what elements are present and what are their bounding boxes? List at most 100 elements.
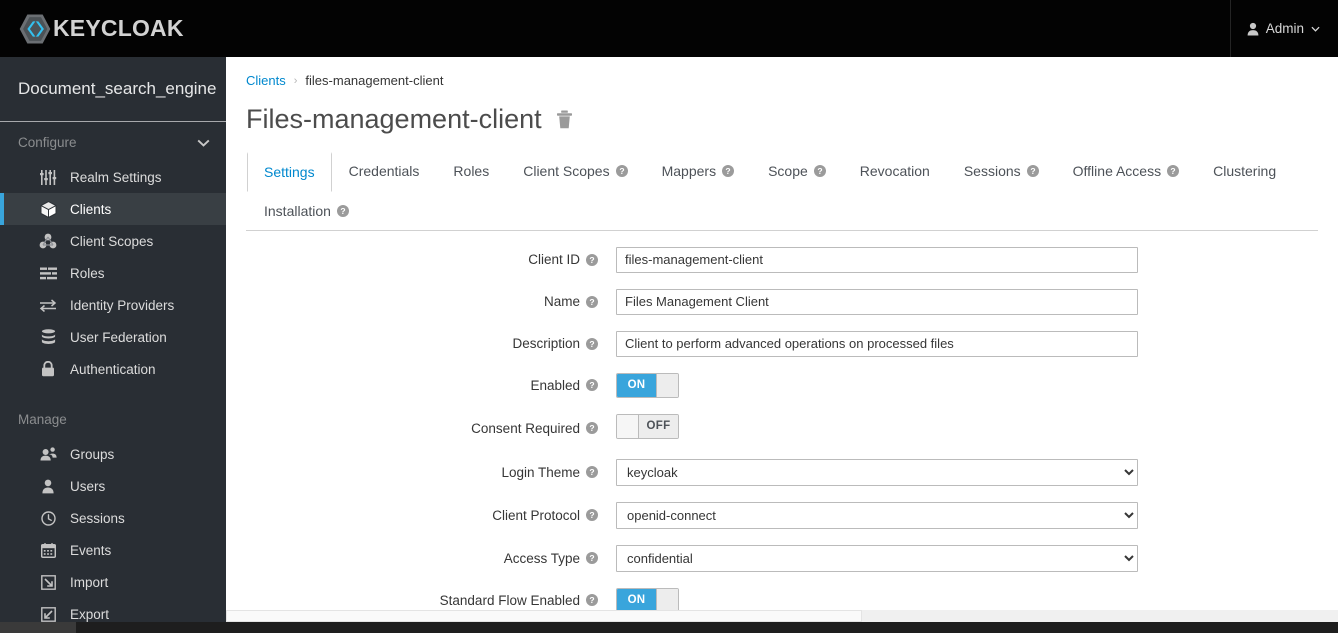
help-icon[interactable]: ? [813,165,826,178]
login-theme-select[interactable]: keycloak [616,458,1138,486]
help-icon[interactable]: ? [586,295,598,308]
toggle-knob[interactable] [617,414,639,438]
scrollbar-thumb[interactable] [226,610,862,622]
tab-offline-access[interactable]: Offline Access? [1056,152,1196,192]
help-icon[interactable]: ? [586,379,598,392]
name-input[interactable] [616,288,1138,315]
sidebar-item-authentication[interactable]: Authentication [0,353,226,385]
sidebar-item-user-federation[interactable]: User Federation [0,321,226,353]
help-icon[interactable]: ? [586,552,598,565]
help-icon[interactable]: ? [586,422,598,435]
keycloak-logo-icon [18,12,52,46]
help-icon[interactable]: ? [615,165,628,178]
sidebar-item-groups[interactable]: Groups [0,438,226,470]
tab-revocation[interactable]: Revocation [843,152,947,192]
svg-text:?: ? [589,297,594,307]
svg-text:?: ? [589,595,594,605]
sidebar-item-identity-providers[interactable]: Identity Providers [0,289,226,321]
tab-settings[interactable]: Settings [247,151,332,192]
tab-roles[interactable]: Roles [436,152,506,192]
main-content: Clients › files-management-client Files-… [226,57,1338,633]
tab-label: Offline Access [1072,163,1162,180]
list-icon [38,264,58,282]
help-icon[interactable]: ? [586,509,598,522]
client-id-input[interactable] [616,246,1138,273]
sidebar-item-events[interactable]: Events [0,534,226,566]
sidebar-groups: Configure Realm Settings Clients Client Sco… [0,122,226,630]
exchange-icon [38,296,58,314]
label-standard-flow-enabled: Standard Flow Enabled? [226,593,616,608]
admin-user-menu[interactable]: Admin [1247,21,1320,36]
sidebar-item-label: Events [70,542,112,558]
help-icon[interactable]: ? [336,204,349,217]
label-text: Name [543,294,580,310]
tab-scope[interactable]: Scope? [751,152,843,192]
tab-label: Scope [768,163,808,180]
svg-text:?: ? [1170,166,1175,176]
page-title: Files-management-client [246,104,542,134]
sidebar-item-import[interactable]: Import [0,566,226,598]
help-icon[interactable]: ? [586,253,598,266]
sidebar-item-clients[interactable]: Clients [0,193,226,225]
sidebar-item-label: Groups [70,446,115,462]
cube-icon [38,200,58,218]
toggle-state-label: ON [617,373,656,397]
label-text: Enabled [530,377,580,393]
admin-user-label: Admin [1265,21,1304,36]
sidebar-item-realm-settings[interactable]: Realm Settings [0,161,226,193]
trash-icon[interactable] [556,110,573,129]
page-header: Files-management-client [226,88,1338,135]
svg-text:?: ? [619,166,624,176]
tab-credentials[interactable]: Credentials [332,152,437,192]
sidebar-item-users[interactable]: Users [0,470,226,502]
sidebar-item-client-scopes[interactable]: Client Scopes [0,225,226,257]
enabled-toggle[interactable]: ON [616,372,679,398]
sidebar-item-label: Clients [70,201,112,217]
help-icon[interactable]: ? [586,466,598,479]
toggle-knob[interactable] [656,588,678,612]
realm-name[interactable]: Document_search_engine [0,57,226,121]
label-name: Name? [226,294,616,309]
help-icon[interactable]: ? [1167,165,1180,178]
sidebar-group-header-configure[interactable]: Configure [0,122,226,161]
form-row-name: Name? [226,288,1338,315]
sidebar-item-sessions[interactable]: Sessions [0,502,226,534]
sidebar-item-roles[interactable]: Roles [0,257,226,289]
label-text: Client Protocol [492,507,580,523]
access-type-select[interactable]: confidential [616,544,1138,572]
help-icon[interactable]: ? [586,594,598,607]
client-protocol-select[interactable]: openid-connect [616,501,1138,529]
breadcrumb-link-clients[interactable]: Clients [246,73,286,88]
form-row-client-protocol: Client Protocol? openid-connect [226,501,1338,529]
tab-label: Clustering [1213,163,1277,180]
help-icon[interactable]: ? [1026,165,1039,178]
sidebar-item-label: Identity Providers [70,297,175,313]
svg-text:?: ? [589,467,594,477]
keycloak-brand[interactable]: KEYCLOAK [18,12,184,46]
consent-required-toggle[interactable]: OFF [616,413,679,439]
control-enabled: ON [616,372,679,398]
tab-sessions[interactable]: Sessions? [947,152,1056,192]
breadcrumb-current: files-management-client [305,73,444,88]
description-input[interactable] [616,330,1138,357]
label-client-id: Client ID? [226,252,616,267]
lock-icon [38,360,58,378]
standard-flow-enabled-toggle[interactable]: ON [616,587,679,613]
toggle-knob[interactable] [656,373,678,397]
chevron-down-icon[interactable] [197,139,210,147]
tab-client-scopes[interactable]: Client Scopes? [506,152,644,192]
help-icon[interactable]: ? [586,337,598,350]
svg-text:?: ? [725,166,730,176]
horizontal-scrollbar[interactable] [226,610,1338,622]
form-row-consent-required: Consent Required? OFF [226,413,1338,443]
sidebar-divider [0,121,226,122]
tab-label: Sessions [963,163,1021,180]
label-enabled: Enabled? [226,378,616,393]
help-icon[interactable]: ? [722,165,735,178]
label-text: Login Theme [501,464,580,480]
tab-installation[interactable]: Installation? [247,192,366,231]
tab-clustering[interactable]: Clustering [1196,152,1293,192]
svg-text:?: ? [589,423,594,433]
sidebar-group-header-manage[interactable]: Manage [0,399,226,438]
tab-mappers[interactable]: Mappers? [645,152,751,192]
